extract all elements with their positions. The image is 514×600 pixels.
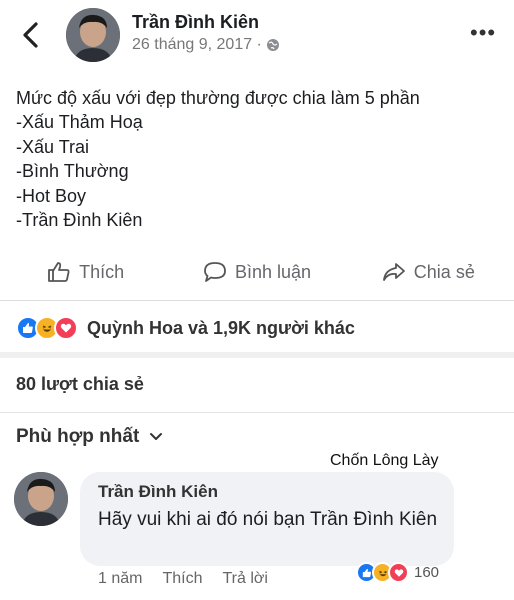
post-author-name[interactable]: Trần Đình Kiên [132,12,259,33]
ellipsis-icon: ••• [470,20,497,45]
chevron-left-icon [23,22,38,48]
section-divider [0,352,514,358]
post-line: -Bình Thường [16,161,129,182]
comment-button[interactable]: Bình luận [171,252,342,292]
commenter-avatar[interactable] [14,472,68,526]
like-label: Thích [79,261,125,282]
comment-author-name[interactable]: Trần Đình Kiên [98,482,218,502]
post-actions-bar: Thích Bình luận Chia sẻ [0,252,514,292]
comment-reply-button[interactable]: Trả lời [222,570,267,588]
comment-time: 1 năm [98,570,143,587]
author-avatar[interactable] [66,8,120,62]
like-button[interactable]: Thích [0,252,171,292]
divider [0,412,514,413]
post-date[interactable]: 26 tháng 9, 2017 · [132,36,262,54]
share-label: Chia sẻ [413,261,475,282]
share-button[interactable]: Chia sẻ [343,252,514,292]
post-text: Mức độ xấu với đẹp thường được chia làm … [16,86,420,232]
divider [0,300,514,301]
post-line: -Xấu Trai [16,136,90,157]
comment-like-button[interactable]: Thích [162,570,202,588]
post-line: -Trần Đình Kiên [16,210,143,231]
comment-label: Bình luận [234,261,312,282]
shares-count[interactable]: 80 lượt chia sẻ [16,374,144,395]
love-reaction-icon [54,316,78,340]
watermark-text: Chốn Lông Lày [330,452,439,469]
more-options-button[interactable]: ••• [470,20,496,46]
share-arrow-icon [382,263,405,281]
post-line: -Hot Boy [16,185,87,206]
comment-reaction-count: 160 [414,564,440,581]
thumbs-up-icon [48,262,70,282]
reactions-summary[interactable]: Quỳnh Hoa và 1,9K người khác [16,316,355,340]
comment-sort-dropdown[interactable]: Phù hợp nhất [16,426,163,448]
sort-label: Phù hợp nhất [16,426,140,447]
back-button[interactable] [18,20,44,50]
comment-text: Hãy vui khi ai đó nói bạn Trần Đình Kiên [98,509,438,530]
globe-icon [266,39,279,51]
comment-actions: 1 năm Thích Trả lời [98,570,268,588]
chevron-down-icon [150,433,163,440]
comment-reactions[interactable]: 160 [356,562,439,583]
love-reaction-icon [388,562,409,583]
post-line: -Xấu Thảm Hoạ [16,112,143,133]
post-line: Mức độ xấu với đẹp thường được chia làm … [16,88,420,108]
post-meta: 26 tháng 9, 2017 · [132,36,280,54]
comment-bubble-icon [204,262,226,282]
reactions-text: Quỳnh Hoa và 1,9K người khác [87,317,355,338]
